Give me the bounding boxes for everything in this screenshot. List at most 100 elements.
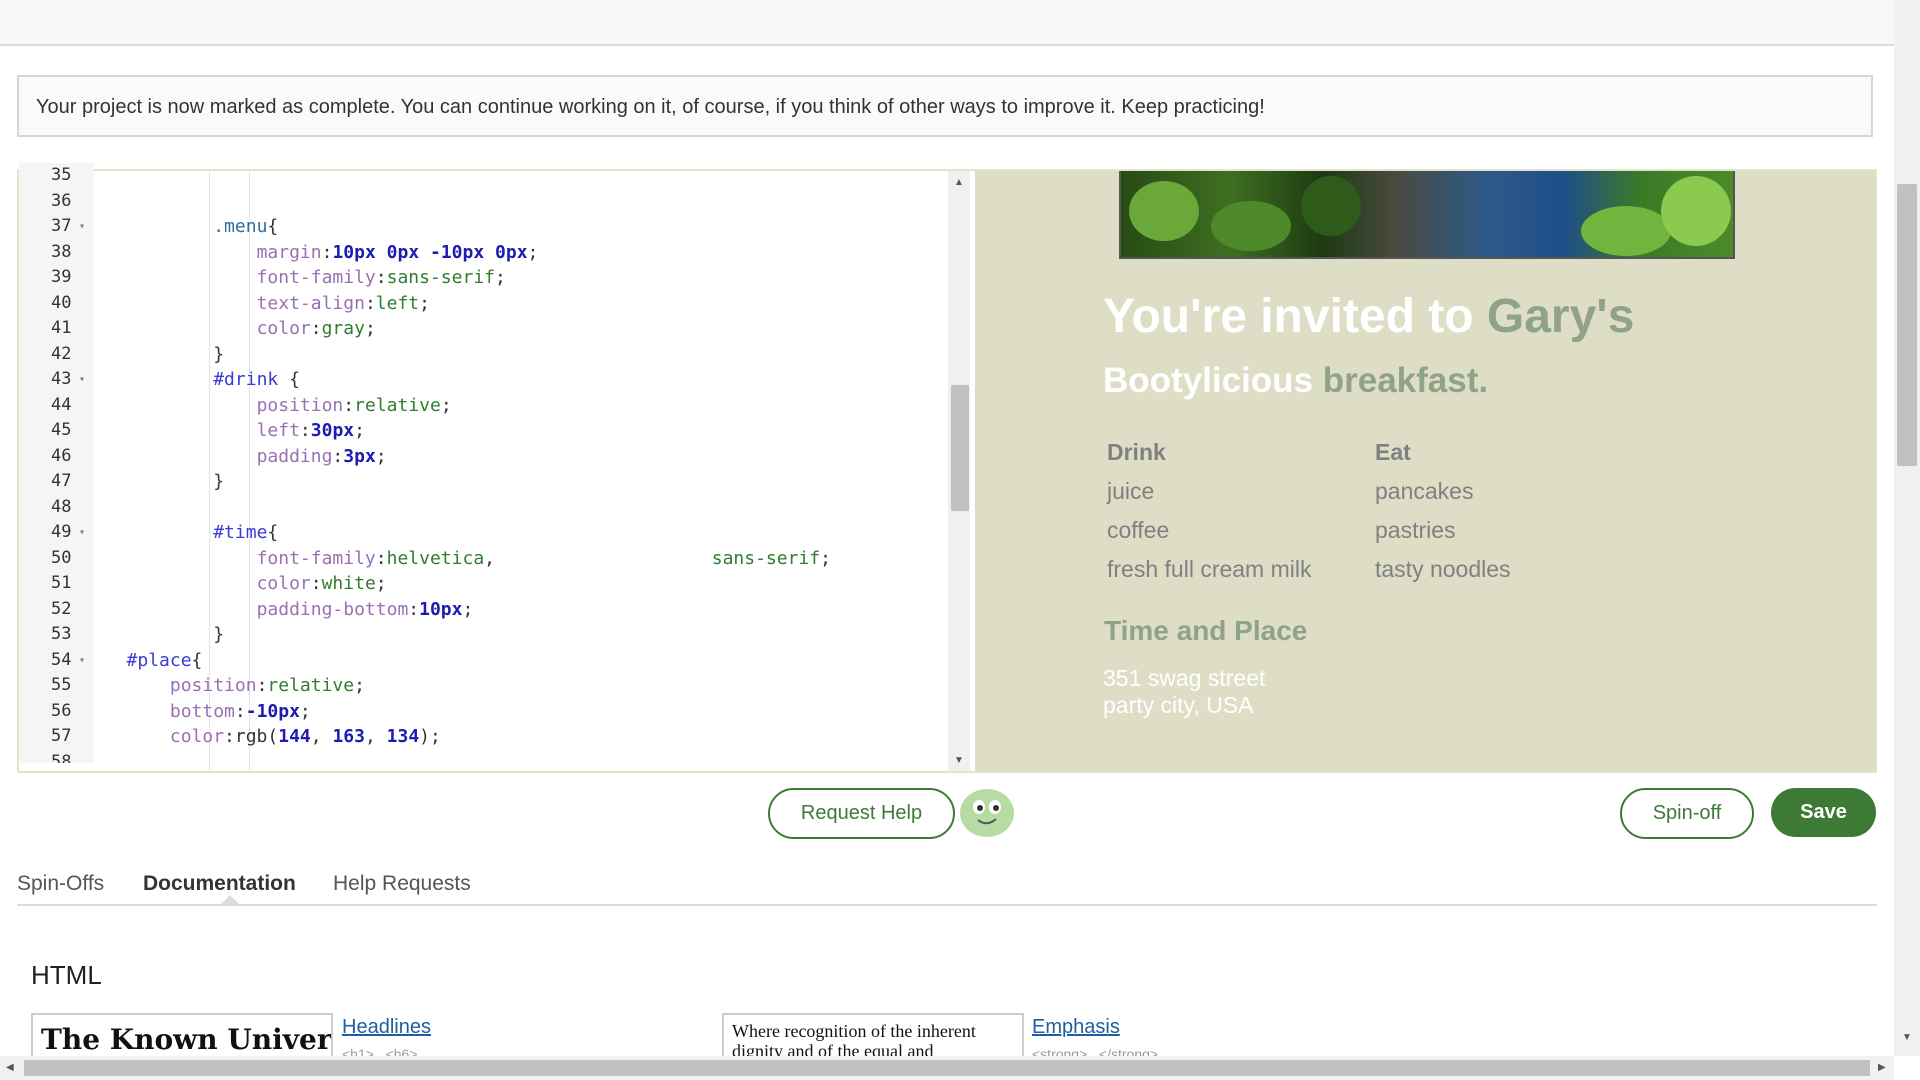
mascot-icon: [960, 789, 1014, 837]
code-scrollbar-thumb[interactable]: [951, 385, 969, 511]
scroll-down-arrow-icon[interactable]: ▼: [954, 755, 964, 766]
line-number: 53: [51, 624, 72, 644]
line-number: 36: [51, 190, 72, 211]
docs-heading: HTML: [31, 960, 102, 990]
line-number: 47: [51, 471, 72, 491]
drink-item: juice: [1107, 478, 1155, 504]
editor-panel: 35 36 37 ▾ 38 39 40 41 42 43 ▾ 44 45 46 47 48 49 ▾ 50 51 52 5…: [17, 163, 1877, 773]
line-number: 52: [51, 598, 72, 619]
scroll-down-arrow-icon[interactable]: ▼: [1902, 1032, 1912, 1043]
code-line[interactable]: font-family:helvetica, sans-serif;: [94, 546, 942, 572]
code-line[interactable]: [94, 171, 942, 189]
invite-subtitle: Bootylicious breakfast.: [1103, 361, 1488, 401]
headlines-example-text: The Known Universe: [41, 1023, 333, 1056]
output-preview: You're invited to Gary's Bootylicious br…: [975, 171, 1875, 771]
code-line[interactable]: color:white;: [94, 571, 942, 597]
tab-documentation[interactable]: Documentation: [143, 872, 296, 896]
invite-title-prefix: You're invited to: [1103, 290, 1487, 343]
line-number: 43 ▾: [19, 367, 94, 393]
code-line[interactable]: position:relative;: [94, 393, 942, 419]
code-line[interactable]: .menu{: [94, 214, 942, 240]
save-label: Save: [1800, 801, 1847, 823]
scroll-left-arrow-icon[interactable]: ◀: [6, 1062, 14, 1073]
spin-off-button[interactable]: Spin-off: [1620, 788, 1754, 839]
drink-header: Drink: [1107, 439, 1166, 465]
invite-title: You're invited to Gary's: [1103, 289, 1634, 344]
code-line[interactable]: left:30px;: [94, 418, 942, 444]
code-line[interactable]: text-align:left;: [94, 291, 942, 317]
fold-arrow-icon[interactable]: ▾: [79, 214, 85, 240]
page-scrollbar[interactable]: ▼: [1894, 0, 1920, 1056]
save-button[interactable]: Save: [1771, 788, 1876, 837]
code-line[interactable]: }: [94, 622, 942, 648]
code-line[interactable]: }: [94, 469, 942, 495]
completion-notice-text: Your project is now marked as complete. …: [36, 96, 1265, 118]
code-line[interactable]: [94, 750, 942, 772]
eat-item: pastries: [1375, 517, 1456, 543]
code-line[interactable]: #place{: [94, 648, 942, 674]
request-help-button[interactable]: Request Help: [768, 788, 955, 839]
line-number: 55: [51, 675, 72, 695]
page-scrollbar-thumb[interactable]: [1897, 184, 1917, 466]
line-number: 39: [51, 267, 72, 287]
scroll-right-arrow-icon[interactable]: ▶: [1878, 1062, 1886, 1073]
invite-subtitle-prefix: Bootylicious: [1103, 361, 1323, 400]
tab-help-requests[interactable]: Help Requests: [333, 872, 471, 896]
headlines-link[interactable]: Headlines: [342, 1016, 431, 1039]
address-line-2: party city, USA: [1103, 692, 1254, 718]
line-number: 46: [51, 445, 72, 466]
code-line[interactable]: #time{: [94, 520, 942, 546]
line-number: 37 ▾: [19, 214, 94, 240]
tab-spin-offs[interactable]: Spin-Offs: [17, 872, 104, 896]
fold-arrow-icon[interactable]: ▾: [79, 648, 85, 674]
line-number: 50: [51, 547, 72, 568]
line-number: 51: [51, 573, 72, 593]
code-line[interactable]: [94, 189, 942, 215]
line-number-gutter: 35 36 37 ▾ 38 39 40 41 42 43 ▾ 44 45 46 47 48 49 ▾ 50 51 52 5…: [19, 163, 94, 763]
invite-subtitle-highlight: breakfast.: [1322, 361, 1489, 400]
fold-arrow-icon[interactable]: ▾: [79, 520, 85, 546]
emphasis-example-text: Where recognition of the inherent dignit…: [732, 1021, 976, 1061]
line-number: 57: [51, 726, 72, 746]
line-number: 49 ▾: [19, 520, 94, 546]
code-line[interactable]: padding:3px;: [94, 444, 942, 470]
emphasis-link[interactable]: Emphasis: [1032, 1016, 1120, 1039]
line-number: 42: [51, 343, 72, 364]
eat-item: tasty noodles: [1375, 556, 1511, 582]
code-line[interactable]: padding-bottom:10px;: [94, 597, 942, 623]
line-number: 54 ▾: [19, 648, 94, 674]
drink-item: fresh full cream milk: [1107, 556, 1312, 582]
line-number: 38: [51, 241, 72, 262]
address-line-1: 351 swag street: [1103, 665, 1266, 691]
spin-off-label: Spin-off: [1652, 802, 1722, 824]
code-line[interactable]: bottom:-10px;: [94, 699, 942, 725]
page-horizontal-scrollbar-thumb[interactable]: [24, 1060, 1870, 1076]
page-horizontal-scrollbar[interactable]: ◀ ▶: [0, 1056, 1894, 1080]
invite-title-highlight: Gary's: [1486, 290, 1635, 343]
code-line[interactable]: color:rgb(144, 163, 134);: [94, 724, 942, 750]
scroll-up-arrow-icon[interactable]: ▲: [954, 177, 964, 188]
line-number: 45: [51, 420, 72, 440]
eat-header: Eat: [1375, 439, 1411, 465]
drink-item: coffee: [1107, 517, 1170, 543]
bottom-tabs: Spin-Offs Documentation Help Requests: [17, 870, 1877, 906]
code-line[interactable]: font-family:sans-serif;: [94, 265, 942, 291]
code-editor[interactable]: .menu{ margin:10px 0px -10px 0px; font-f…: [94, 171, 942, 771]
code-line[interactable]: margin:10px 0px -10px 0px;: [94, 240, 942, 266]
line-number: 48: [51, 496, 72, 517]
eat-item: pancakes: [1375, 478, 1474, 504]
code-line[interactable]: color:gray;: [94, 316, 942, 342]
fold-arrow-icon[interactable]: ▾: [79, 367, 85, 393]
code-line[interactable]: #drink {: [94, 367, 942, 393]
code-line[interactable]: position:relative;: [94, 673, 942, 699]
code-scrollbar[interactable]: ▲ ▼: [948, 171, 970, 771]
line-number: 58: [51, 751, 72, 764]
code-line[interactable]: [94, 495, 942, 521]
line-number: 35: [51, 165, 72, 185]
line-number: 41: [51, 318, 72, 338]
code-line[interactable]: }: [94, 342, 942, 368]
address: 351 swag street party city, USA: [1103, 665, 1265, 719]
request-help-label: Request Help: [800, 802, 923, 824]
line-number: 40: [51, 292, 72, 313]
line-number: 44: [51, 394, 72, 415]
